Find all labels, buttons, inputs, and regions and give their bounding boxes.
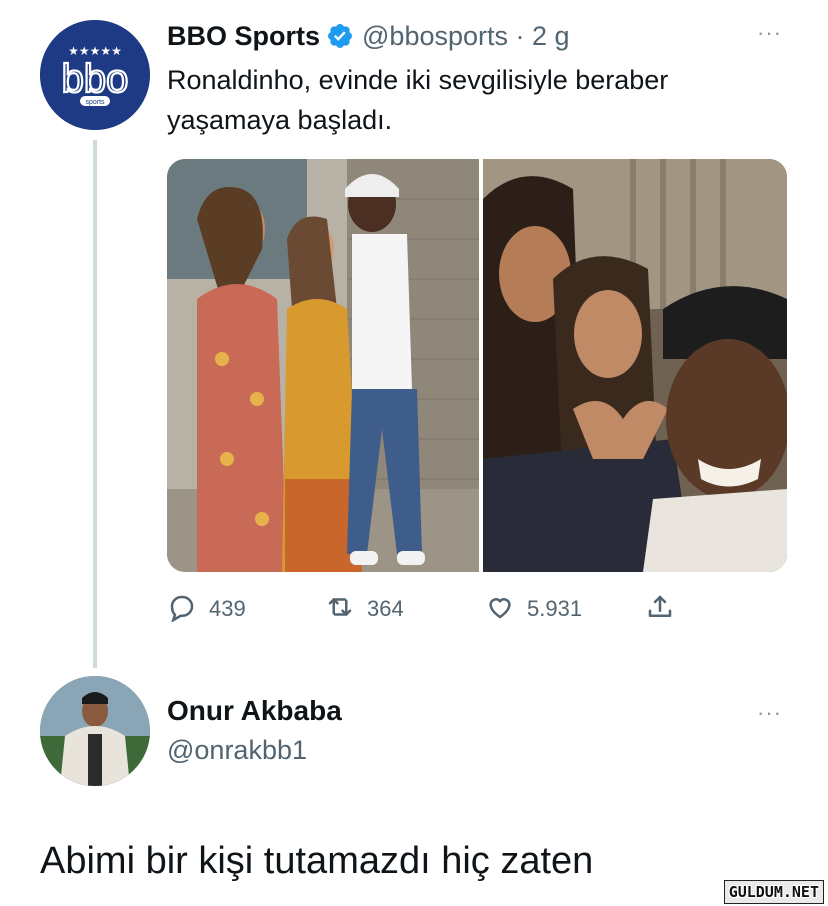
photo-left[interactable] [167, 159, 479, 572]
thread-line [93, 140, 97, 668]
reply-button[interactable]: 439 [167, 590, 246, 628]
avatar-sub-text: sports [85, 99, 105, 106]
photo-right[interactable] [483, 159, 787, 572]
verified-badge-icon [326, 22, 354, 50]
reply-author-name[interactable]: Onur Akbaba [167, 695, 342, 727]
watermark: GULDUM.NET [723, 880, 824, 904]
bbo-logo-icon: ★★★★★ bbo sports [40, 20, 150, 130]
retweet-button[interactable]: 364 [325, 590, 404, 628]
share-button[interactable] [645, 590, 675, 628]
reply-text: Abimi bir kişi tutamazdı hiç zaten [40, 840, 594, 882]
avatar-stars: ★★★★★ [68, 44, 122, 58]
more-options-icon[interactable]: ··· [757, 20, 782, 46]
bbo-sports-avatar[interactable]: ★★★★★ bbo sports [40, 20, 150, 130]
share-icon [645, 592, 675, 627]
author-handle-time[interactable]: @bbosports · 2 g [362, 21, 570, 52]
tweet-text: Ronaldinho, evinde iki sevgilisiyle bera… [167, 65, 669, 135]
reply-count: 439 [209, 596, 246, 621]
reply-avatar[interactable] [40, 676, 150, 786]
heart-icon [485, 592, 515, 627]
like-button[interactable]: 5.931 [485, 590, 582, 628]
avatar-logo-text: bbo [62, 57, 129, 101]
tweet-header: BBO Sports @bbosports · 2 g [167, 18, 570, 54]
like-count: 5.931 [527, 596, 583, 621]
reply-more-options-icon[interactable]: ··· [757, 700, 782, 726]
retweet-icon [325, 592, 355, 627]
reply-author-handle[interactable]: @onrakbb1 [167, 735, 307, 766]
author-name[interactable]: BBO Sports [167, 21, 320, 52]
tweet-actions: 439 364 5.931 [167, 590, 727, 630]
reply-icon [167, 592, 197, 627]
tweet-media[interactable] [167, 159, 787, 572]
retweet-count: 364 [367, 596, 404, 621]
